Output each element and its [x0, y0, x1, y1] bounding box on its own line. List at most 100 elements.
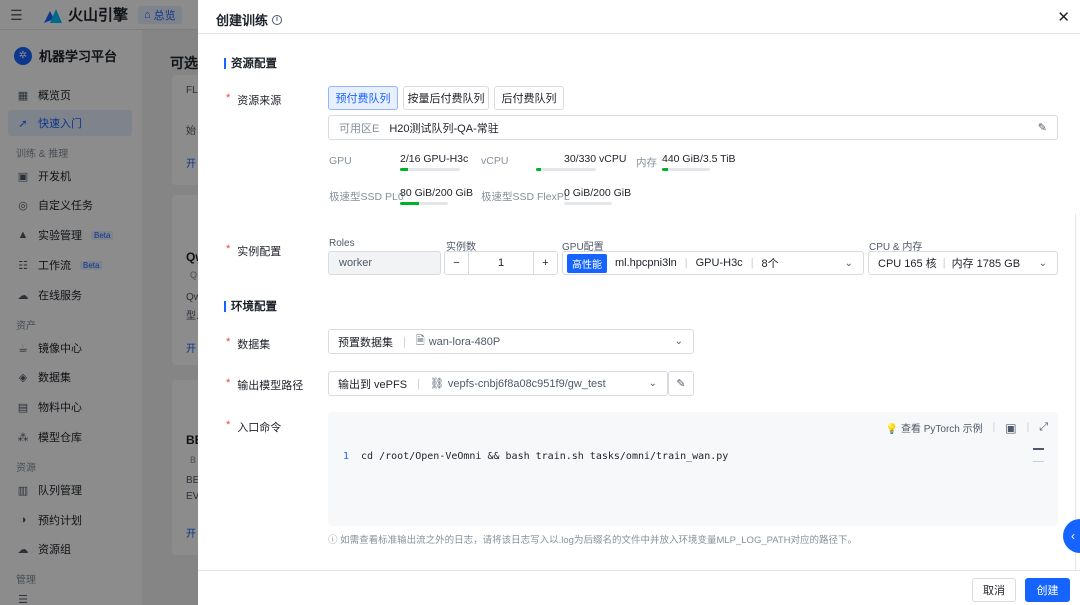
stat-ssd-flex-label: 极速型SSD FlexPL	[481, 191, 570, 203]
document-icon: 🗎	[415, 335, 425, 347]
link-icon: ⛓	[429, 378, 444, 390]
plus-button[interactable]: +	[533, 252, 557, 274]
edit-icon[interactable]: ✎	[1038, 121, 1047, 134]
stat-ssd-flex-bar	[564, 202, 612, 205]
cpu-mem-select[interactable]: CPU 165 核 | 内存 1785 GB ⌄	[868, 251, 1058, 275]
divider: |	[1026, 422, 1030, 433]
chevron-down-icon: ⌄	[648, 378, 657, 389]
zone-label: 可用区E	[339, 122, 380, 135]
stat-vcpu-label: vCPU	[481, 155, 509, 167]
label-text: 实例配置	[237, 246, 282, 258]
divider: |	[417, 377, 420, 390]
chevron-down-icon: ⌄	[844, 257, 853, 269]
queue-name: H20测试队列-QA-常驻	[389, 122, 499, 135]
output-path-value: vepfs-cnbj6f8a08c951f9/gw_test	[447, 377, 606, 390]
required-mark: *	[226, 377, 231, 389]
roles-label: Roles	[329, 238, 355, 249]
instance-config-label: * 实例配置	[226, 243, 281, 259]
pytorch-example-text: 查看 PyTorch 示例	[900, 424, 983, 435]
dataset-label: * 数据集	[226, 336, 270, 352]
divider: |	[942, 257, 946, 269]
bulb-icon: 💡	[885, 424, 899, 435]
expand-icon[interactable]: ⤢	[1039, 421, 1048, 434]
minus-button[interactable]: −	[445, 252, 469, 274]
output-path-label: * 输出模型路径	[226, 377, 303, 393]
divider: |	[992, 422, 996, 433]
gpu-config-select[interactable]: 高性能 ml.hpcpni3ln | GPU-H3c | 8个 ⌄	[562, 251, 864, 275]
label-text: 入口命令	[237, 422, 282, 434]
stat-ssd-pl0-label: 极速型SSD PL0	[329, 191, 404, 203]
info-icon[interactable]: i	[272, 14, 283, 25]
stat-gpu-bar	[400, 168, 460, 171]
label-text: 输出模型路径	[237, 380, 304, 392]
instance-count-value[interactable]: 1	[469, 257, 533, 269]
queue-select[interactable]: 可用区E H20测试队列-QA-常驻 ✎	[328, 115, 1058, 140]
cancel-button[interactable]: 取消	[972, 578, 1016, 602]
divider: |	[684, 257, 688, 269]
option-prepaid-queue[interactable]: 预付费队列	[328, 86, 398, 110]
required-mark: *	[226, 92, 231, 104]
dataset-type: 预置数据集	[338, 336, 393, 349]
edit-path-button[interactable]: ✎	[668, 371, 694, 396]
mem-value: 内存 1785 GB	[951, 258, 1021, 270]
drawer-header: 创建训练 i ✕	[198, 0, 1080, 34]
entry-command-editor[interactable]: 💡 查看 PyTorch 示例 | ▣ | ⤢ 1 cd /root/Open-…	[328, 412, 1058, 526]
stat-ssd-pl0-bar	[400, 202, 448, 205]
resource-source-label: * 资源来源	[226, 92, 281, 108]
log-path-hint: ⓘ 如需查看标准输出流之外的日志，请将该日志写入以.log为后缀名的文件中并放入…	[328, 535, 858, 546]
modal-overlay[interactable]	[0, 0, 198, 605]
label-text: 资源来源	[237, 95, 282, 107]
chevron-down-icon: ⌄	[1038, 257, 1047, 269]
cpu-value: CPU 165 核	[878, 258, 937, 270]
close-icon[interactable]: ✕	[1057, 8, 1070, 26]
option-postpaid-queue[interactable]: 后付费队列	[494, 86, 564, 110]
command-text[interactable]: cd /root/Open-VeOmni && bash train.sh ta…	[361, 451, 728, 462]
gpu-type: GPU-H3c	[695, 257, 743, 269]
chevron-down-icon: ⌄	[674, 336, 683, 347]
stat-gpu-label: GPU	[329, 155, 352, 167]
code-toolbar: 💡 查看 PyTorch 示例 | ▣ | ⤢	[886, 420, 1048, 436]
dataset-select[interactable]: 预置数据集 | 🗎 wan-lora-480P ⌄	[328, 329, 694, 354]
drawer-footer: 取消 创建	[198, 570, 1080, 605]
chevron-left-icon: ‹	[1071, 529, 1075, 543]
entry-command-label: * 入口命令	[226, 419, 281, 435]
instance-count-stepper[interactable]: − 1 +	[444, 251, 558, 275]
create-training-drawer: 创建训练 i ✕ 资源配置 * 资源来源 预付费队列 按量后付费队列 后付费队列 …	[198, 0, 1080, 605]
gpu-spec: ml.hpcpni3ln	[615, 257, 677, 269]
stat-vcpu-bar-fill	[536, 168, 542, 171]
stat-memory-bar	[662, 168, 710, 171]
stat-ssd-pl0-bar-fill	[400, 202, 420, 205]
required-mark: *	[226, 336, 231, 348]
edit-icon: ✎	[676, 378, 686, 390]
divider: |	[750, 257, 754, 269]
stat-memory-bar-fill	[662, 168, 668, 171]
toolbox-icon[interactable]: ▣	[1005, 421, 1016, 435]
code-line: 1 cd /root/Open-VeOmni && bash train.sh …	[343, 451, 728, 462]
output-type: 输出到 vePFS	[338, 378, 408, 391]
stat-vcpu-bar	[536, 168, 596, 171]
gpu-count: 8个	[761, 258, 779, 270]
required-mark: *	[226, 419, 231, 431]
section-resource-title: 资源配置	[224, 55, 277, 71]
stat-memory-label: 内存	[636, 157, 657, 169]
required-mark: *	[226, 243, 231, 255]
section-env-title: 环境配置	[224, 298, 277, 314]
stat-gpu-bar-fill	[400, 168, 408, 171]
stat-memory-value: 440 GiB/3.5 TiB	[662, 153, 736, 165]
option-payg-queue[interactable]: 按量后付费队列	[403, 86, 489, 110]
stat-gpu-value: 2/16 GPU-H3c	[400, 153, 469, 165]
drawer-title: 创建训练 i	[216, 10, 283, 29]
stat-vcpu-value: 30/330 vCPU	[564, 153, 627, 165]
label-text: 数据集	[237, 339, 271, 351]
role-field: worker	[328, 251, 441, 275]
editor-cursor	[1033, 448, 1044, 462]
divider: |	[403, 335, 406, 348]
stat-ssd-pl0-value: 80 GiB/200 GiB	[400, 187, 473, 199]
output-path-select[interactable]: 输出到 vePFS | ⛓ vepfs-cnbj6f8a08c951f9/gw_…	[328, 371, 668, 396]
stat-ssd-flex-value: 0 GiB/200 GiB	[564, 187, 632, 199]
create-button[interactable]: 创建	[1025, 578, 1070, 602]
pytorch-example-link[interactable]: 💡 查看 PyTorch 示例	[886, 420, 983, 435]
scrollbar[interactable]	[1072, 34, 1080, 594]
performance-tag: 高性能	[567, 253, 607, 273]
line-number: 1	[343, 451, 350, 462]
